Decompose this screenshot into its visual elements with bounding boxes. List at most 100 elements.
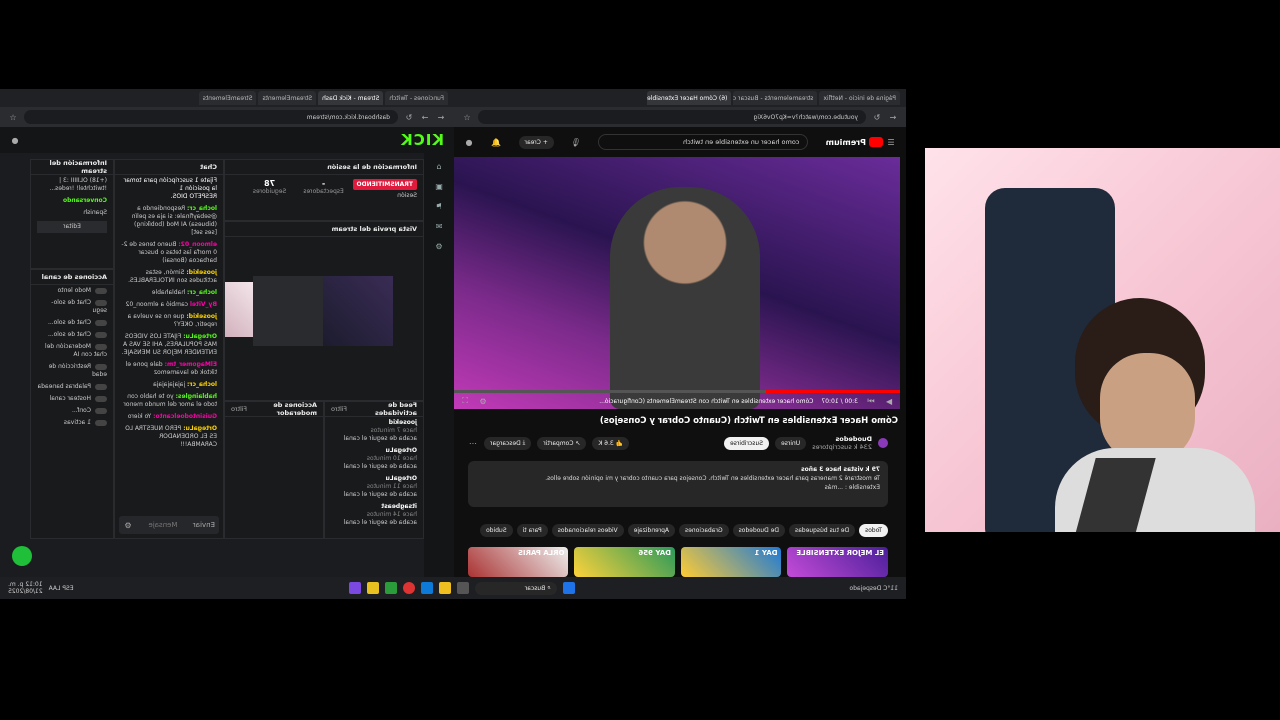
- tab-kick-dashboard[interactable]: Stream - Kick Dash: [318, 91, 384, 105]
- reload-icon[interactable]: ↻: [404, 112, 414, 122]
- stream-icon[interactable]: ▣: [434, 181, 444, 191]
- activity-user[interactable]: OrtegaLu: [331, 447, 417, 455]
- channel-action-item[interactable]: Chat de solo...: [31, 317, 113, 329]
- like-button[interactable]: 👍 3.6 K: [592, 436, 630, 450]
- activity-user[interactable]: joosekid: [331, 419, 417, 427]
- chat-username[interactable]: OrtegaLu:: [183, 333, 217, 340]
- edit-stream-button[interactable]: Editar: [37, 221, 107, 233]
- thumbnail-1[interactable]: EL MEJOR EXTENSIBLE: [787, 547, 888, 577]
- chip-filter[interactable]: Videos relacionados: [551, 524, 624, 537]
- channel-action-item[interactable]: Moderación del chat con IA: [31, 341, 113, 361]
- activity-user[interactable]: OrtegaLu: [331, 475, 417, 483]
- star-icon[interactable]: ☆: [462, 112, 472, 122]
- toggle-switch[interactable]: [95, 319, 107, 326]
- chat-username[interactable]: OrtegaLu:: [183, 425, 217, 432]
- right-url-field[interactable]: youtube.com/watch?v=Kp7Ov6Xig: [478, 110, 866, 124]
- toggle-switch[interactable]: [95, 395, 107, 402]
- video-description[interactable]: 79 k vistas hace 3 años Te mostraré 2 ma…: [468, 461, 888, 507]
- toggle-switch[interactable]: [95, 299, 107, 306]
- chip-filter[interactable]: Aprendizaje: [627, 524, 676, 537]
- task-view-icon[interactable]: [456, 582, 469, 594]
- back-icon[interactable]: ←: [436, 112, 446, 122]
- play-icon[interactable]: ▶: [884, 396, 894, 406]
- channel-action-item[interactable]: Chat de solo-segu: [31, 297, 113, 317]
- chat-input[interactable]: Enviar Mensaje ⚙: [119, 516, 219, 534]
- fullscreen-icon[interactable]: ⛶: [460, 396, 470, 406]
- channel-action-item[interactable]: 1 activas: [31, 417, 113, 429]
- chat-username[interactable]: By_Vitel: [190, 301, 217, 308]
- chat-username[interactable]: locha_cr:: [187, 289, 217, 296]
- youtube-search-input[interactable]: como hacer un extensible en twitch: [598, 134, 809, 150]
- channel-action-item[interactable]: Modo lento: [31, 285, 113, 297]
- toggle-switch[interactable]: [95, 331, 107, 338]
- tab-streamelements-2[interactable]: StreamElements: [198, 91, 257, 105]
- settings-icon[interactable]: ⚙: [478, 396, 488, 406]
- video-progress-bar[interactable]: [454, 390, 900, 393]
- tab-netflix[interactable]: Página de inicio - Netflix: [819, 91, 900, 105]
- store-icon[interactable]: [420, 582, 433, 594]
- back-icon[interactable]: ←: [888, 112, 898, 122]
- chip-filter[interactable]: Todos: [859, 524, 888, 537]
- channel-action-item[interactable]: Chat de solo...: [31, 329, 113, 341]
- channel-action-item[interactable]: Hostear canal: [31, 393, 113, 405]
- kick-logo[interactable]: KICK: [400, 131, 444, 149]
- chip-filter[interactable]: Para ti: [516, 524, 548, 537]
- tab-youtube[interactable]: (6) Cómo Hacer Extensibles en: [647, 91, 732, 105]
- next-icon[interactable]: ⏭: [866, 396, 876, 406]
- account-avatar-icon[interactable]: ●: [464, 137, 474, 147]
- chrome-icon[interactable]: [402, 582, 415, 594]
- youtube-logo[interactable]: ☰ Premium: [826, 137, 896, 147]
- app-icon-2[interactable]: [366, 582, 379, 594]
- language-indicator[interactable]: ESP LAA: [49, 585, 74, 592]
- menu-icon[interactable]: ☰: [886, 137, 896, 147]
- file-explorer-icon[interactable]: [438, 582, 451, 594]
- channel-action-item[interactable]: Restricción de edad: [31, 361, 113, 381]
- chip-filter[interactable]: De Duodedos: [732, 524, 786, 537]
- youtube-video-player[interactable]: ▶ ⏭ 3:00 / 10:07 Cómo hacer extensibles …: [454, 157, 900, 409]
- chat-username[interactable]: ElMagomer_tm:: [165, 361, 217, 368]
- toggle-switch[interactable]: [95, 407, 107, 414]
- thumbnail-2[interactable]: DAY 1: [681, 547, 782, 577]
- thumbnail-3[interactable]: DAY 956: [574, 547, 675, 577]
- toggle-switch[interactable]: [95, 419, 107, 426]
- activity-user[interactable]: itsagbeast: [331, 503, 417, 511]
- clock[interactable]: 10:12 p. m. 21/08/2025: [8, 581, 43, 595]
- thumbnail-4[interactable]: ORLA PARIS: [468, 547, 569, 577]
- chat-username[interactable]: elmoon_02:: [178, 241, 217, 248]
- star-icon[interactable]: ☆: [8, 112, 18, 122]
- more-icon[interactable]: ⋯: [468, 438, 478, 448]
- user-avatar-icon[interactable]: ●: [10, 135, 20, 145]
- download-button[interactable]: ⤓ Descargar: [484, 436, 532, 450]
- chat-username[interactable]: locha_cr:: [187, 205, 217, 212]
- settings-icon[interactable]: ⚙: [123, 520, 133, 530]
- mod-icon[interactable]: ⚑: [434, 201, 444, 211]
- toggle-switch[interactable]: [95, 287, 107, 294]
- reload-icon[interactable]: ↻: [872, 112, 882, 122]
- windows-start-icon[interactable]: [562, 582, 575, 594]
- taskbar-search[interactable]: ⌕ Buscar: [474, 581, 557, 595]
- chat-username[interactable]: joosekid:: [186, 269, 217, 276]
- kick-fab-icon[interactable]: [12, 546, 32, 566]
- channel-action-item[interactable]: Conf...: [31, 405, 113, 417]
- forward-icon[interactable]: →: [420, 112, 430, 122]
- tab-twitch[interactable]: Funciones - Twitch: [385, 91, 448, 105]
- chat-icon[interactable]: ✉: [434, 221, 444, 231]
- share-button[interactable]: ↗ Compartir: [537, 436, 587, 450]
- chat-username[interactable]: hablaingles:: [176, 393, 217, 400]
- chat-username[interactable]: joosekid:: [186, 313, 217, 320]
- chip-filter[interactable]: De tus búsquedas: [789, 524, 856, 537]
- toggle-switch[interactable]: [95, 363, 107, 370]
- channel-action-item[interactable]: Palabras baneada: [31, 381, 113, 393]
- mic-icon[interactable]: 🎙: [571, 137, 581, 147]
- toggle-switch[interactable]: [95, 383, 107, 390]
- weather-widget[interactable]: 11°C Despejado: [850, 585, 899, 592]
- join-button[interactable]: Unirse: [775, 436, 807, 450]
- left-url-field[interactable]: dashboard.kick.com/stream: [24, 110, 398, 124]
- app-icon[interactable]: [384, 582, 397, 594]
- chip-filter[interactable]: Grabaciones: [679, 524, 729, 537]
- chat-username[interactable]: Guisintodoelcanto:: [153, 413, 217, 420]
- chip-filter[interactable]: Subido: [480, 524, 513, 537]
- tab-bing-search[interactable]: streamelements - Buscar con: [733, 91, 818, 105]
- subscribe-button[interactable]: Suscribirse: [724, 436, 770, 450]
- home-icon[interactable]: ⌂: [434, 161, 444, 171]
